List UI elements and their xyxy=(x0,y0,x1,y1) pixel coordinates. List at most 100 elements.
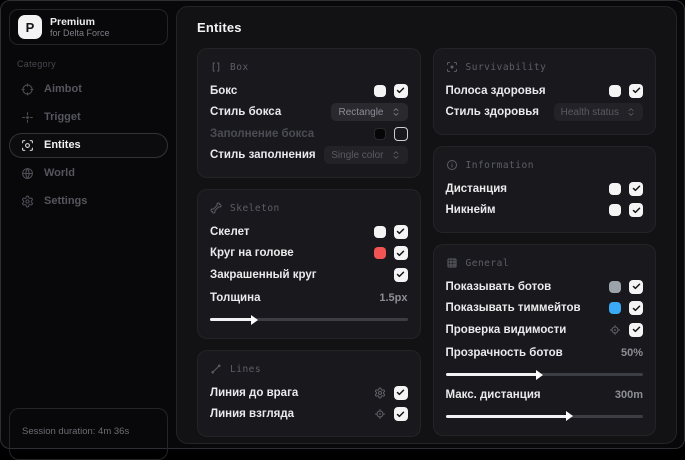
setting-label: Макс. дистанция xyxy=(445,388,541,401)
color-swatch[interactable] xyxy=(609,302,621,315)
select-input[interactable]: Health status xyxy=(553,103,643,122)
brand-subtitle: for Delta Force xyxy=(50,27,110,38)
setting-label: Бокс xyxy=(210,84,238,97)
slider-track[interactable] xyxy=(445,369,643,380)
row-controls: Rectangle xyxy=(331,103,408,122)
sidebar-item-world[interactable]: World xyxy=(9,161,168,186)
card-title: Information xyxy=(465,159,534,171)
setting-label: Заполнение бокса xyxy=(210,127,315,140)
select-input[interactable]: Rectangle xyxy=(331,103,408,122)
color-swatch[interactable] xyxy=(609,84,621,97)
sidebar-item-settings[interactable]: Settings xyxy=(9,189,168,214)
setting-label: Прозрачность ботов xyxy=(445,347,563,360)
row-controls xyxy=(373,126,408,141)
settings-row: Линия взгляда xyxy=(210,404,408,426)
setting-label: Никнейм xyxy=(445,204,496,217)
slider-value: 300m xyxy=(614,388,643,401)
setting-label: Линия взгляда xyxy=(210,408,295,421)
setting-label: Стиль бокса xyxy=(210,106,282,119)
slider-value: 50% xyxy=(620,347,643,360)
checkbox[interactable] xyxy=(393,83,408,98)
sidebar-item-label: World xyxy=(44,167,75,179)
main-panel: Entites Box Бокс Стиль бокса Rectangle Запол… xyxy=(176,6,677,444)
row-controls xyxy=(609,181,643,196)
color-swatch[interactable] xyxy=(609,204,621,217)
slider-track[interactable] xyxy=(210,314,408,325)
slider-track[interactable] xyxy=(445,411,643,421)
color-swatch[interactable] xyxy=(373,247,386,260)
select-value: Single color xyxy=(331,149,384,161)
grid-icon xyxy=(446,257,458,269)
row-controls xyxy=(609,203,643,218)
chevrons-up-down-icon xyxy=(391,150,401,160)
checkbox[interactable] xyxy=(629,301,643,316)
settings-row: Никнейм xyxy=(445,200,643,222)
crosshair-icon xyxy=(21,83,34,96)
slider-head: Толщина 1.5px xyxy=(210,288,408,310)
category-label: Category xyxy=(17,59,56,69)
card-skeleton: Skeleton Скелет Круг на голове Закрашенный … xyxy=(197,189,421,339)
color-swatch[interactable] xyxy=(373,225,386,238)
checkbox[interactable] xyxy=(629,322,643,337)
box-brackets-icon xyxy=(210,61,222,73)
session-duration-label: Session duration: 4m 36s xyxy=(22,426,130,437)
checkbox[interactable] xyxy=(393,407,408,422)
checkbox[interactable] xyxy=(393,126,408,141)
checkbox[interactable] xyxy=(629,181,643,196)
row-controls: Single color xyxy=(324,146,408,165)
row-controls xyxy=(373,224,408,239)
chevrons-up-down-icon xyxy=(391,107,401,117)
line-icon xyxy=(210,363,222,375)
slider-thumb[interactable] xyxy=(536,369,544,380)
slider-thumb[interactable] xyxy=(565,411,573,421)
color-swatch[interactable] xyxy=(373,127,386,140)
setting-label: Стиль здоровья xyxy=(445,106,540,119)
settings-row: Закрашенный круг xyxy=(210,264,408,286)
scan-heart-icon xyxy=(446,61,458,73)
card-title: Survivability xyxy=(465,61,547,73)
trigger-icon xyxy=(21,111,34,124)
sidebar-item-entites[interactable]: Entites xyxy=(9,132,168,158)
row-controls xyxy=(609,301,643,316)
setting-label: Полоса здоровья xyxy=(445,84,546,97)
gear-icon xyxy=(21,195,34,208)
color-swatch[interactable] xyxy=(609,182,621,195)
checkbox[interactable] xyxy=(393,224,408,239)
slider-value: 1.5px xyxy=(379,292,408,305)
checkbox[interactable] xyxy=(393,267,408,282)
settings-row: Скелет xyxy=(210,221,408,243)
select-value: Rectangle xyxy=(338,106,384,118)
checkbox[interactable] xyxy=(629,279,643,294)
color-swatch[interactable] xyxy=(373,84,386,97)
chevrons-up-down-icon xyxy=(626,107,636,117)
slider-setting: Прозрачность ботов 50% xyxy=(445,343,643,383)
gear-icon xyxy=(374,387,386,399)
slider-thumb[interactable] xyxy=(251,314,259,325)
checkbox[interactable] xyxy=(629,203,643,218)
brand-header: P Premium for Delta Force xyxy=(9,9,168,45)
checkbox[interactable] xyxy=(629,83,643,98)
setting-label: Круг на голове xyxy=(210,247,294,260)
color-swatch[interactable] xyxy=(609,280,621,293)
card-general: General Показывать ботов Показывать тиммей… xyxy=(432,244,656,436)
row-controls xyxy=(609,83,643,98)
setting-label: Скелет xyxy=(210,225,250,238)
page-title: Entites xyxy=(197,20,242,35)
select-input[interactable]: Single color xyxy=(324,146,408,165)
sidebar-item-aimbot[interactable]: Aimbot xyxy=(9,77,168,102)
settings-row: Линия до врага xyxy=(210,382,408,404)
card-lines: Lines Линия до врага Линия взгляда xyxy=(197,350,421,437)
settings-row: Полоса здоровья xyxy=(445,80,643,102)
card-title: Skeleton xyxy=(230,202,280,214)
checkbox[interactable] xyxy=(393,385,408,400)
cards-column-0: Box Бокс Стиль бокса Rectangle Заполнение бо… xyxy=(197,48,421,437)
sidebar-item-trigget[interactable]: Trigget xyxy=(9,105,168,130)
sidebar-item-label: Trigget xyxy=(44,111,81,123)
checkbox[interactable] xyxy=(393,246,408,261)
setting-label: Толщина xyxy=(210,292,261,305)
settings-row: Дистанция xyxy=(445,178,643,200)
card-header: Skeleton xyxy=(210,202,408,214)
card-information: Information Дистанция Никнейм xyxy=(432,146,656,233)
setting-label: Дистанция xyxy=(445,182,507,195)
sidebar-nav: Aimbot Trigget Entites World Settings xyxy=(1,75,176,215)
